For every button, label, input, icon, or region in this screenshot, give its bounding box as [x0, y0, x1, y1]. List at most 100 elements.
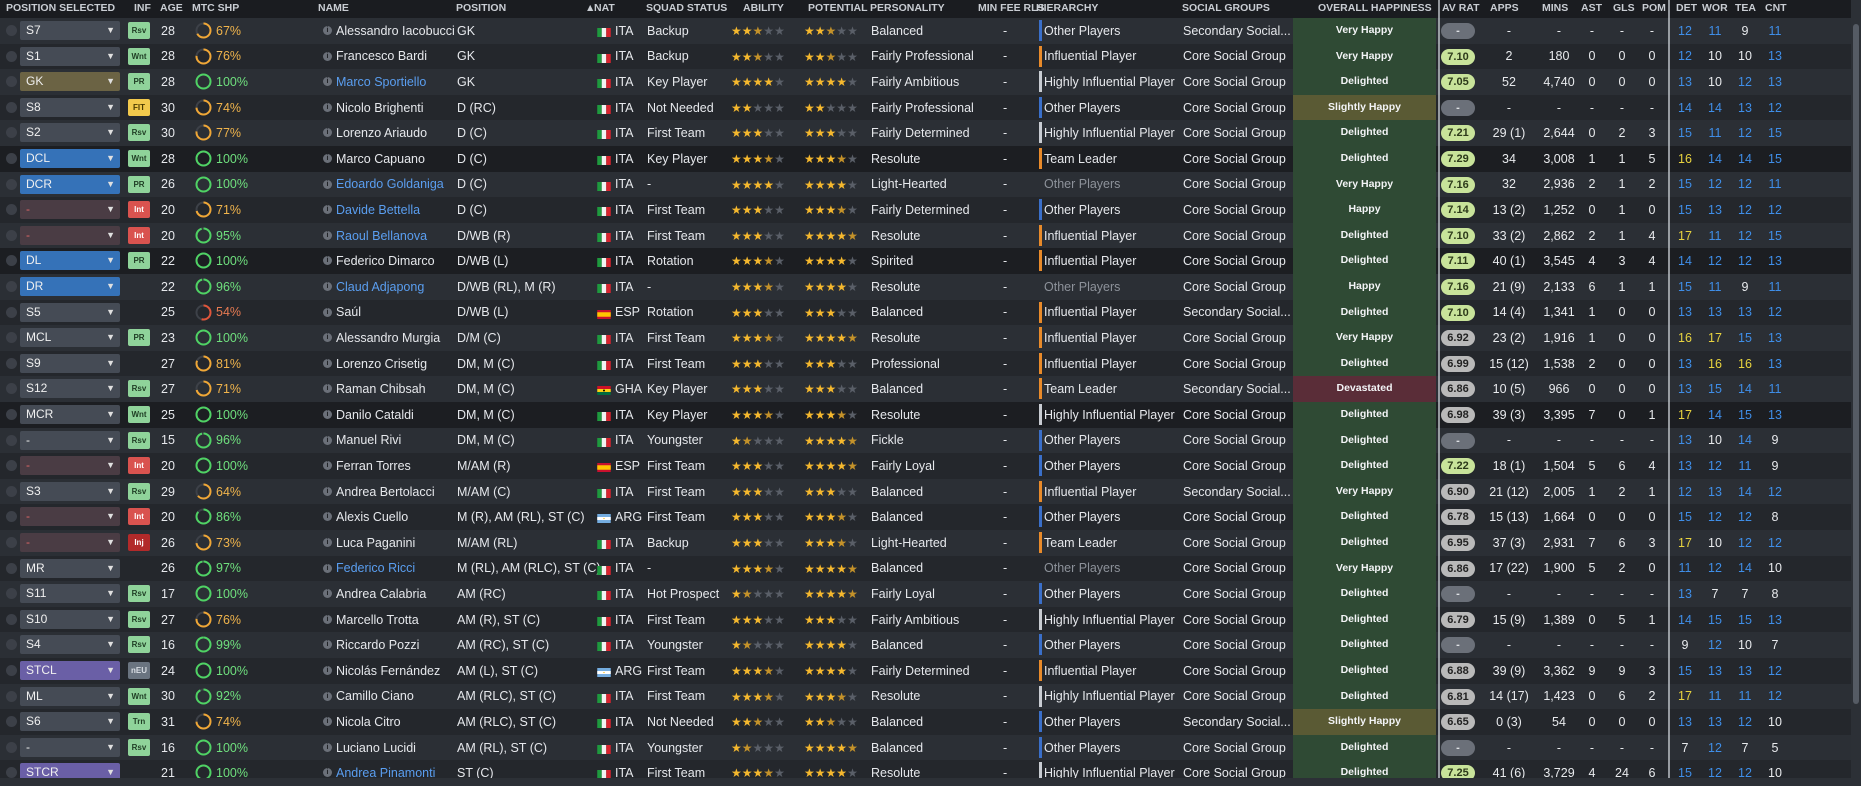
- player-info-icon[interactable]: i: [323, 486, 332, 496]
- position-selector[interactable]: - ▼: [20, 456, 120, 476]
- player-info-icon[interactable]: i: [323, 154, 332, 163]
- table-row[interactable]: S6 ▼ Trn 31 74% i Nicola Citro AM (RLC), ST (C)…: [0, 709, 1861, 735]
- player-info-icon[interactable]: i: [323, 333, 332, 343]
- header-pom[interactable]: POM: [1642, 2, 1666, 14]
- table-row[interactable]: S2 ▼ Rsv 30 77% i Lorenzo Ariaudo D (C) ITA First…: [0, 120, 1861, 146]
- player-name[interactable]: Lorenzo Ariaudo: [336, 126, 427, 140]
- header-nat[interactable]: NAT: [594, 2, 615, 14]
- table-row[interactable]: MR ▼ 26 97% i Federico Ricci M (RL), AM (RLC),…: [0, 555, 1861, 582]
- table-row[interactable]: S9 ▼ 27 81% i Lorenzo Crisetig DM, M (C) ITA Fir…: [0, 350, 1861, 377]
- player-name[interactable]: Alessandro Murgia: [336, 331, 440, 345]
- player-info-icon[interactable]: i: [323, 358, 332, 368]
- player-name[interactable]: Marco Sportiello: [336, 75, 426, 89]
- row-select-checkbox[interactable]: [6, 434, 17, 446]
- table-row[interactable]: - ▼ Int 20 71% i Davide Bettella D (C) ITA First …: [0, 197, 1861, 223]
- position-selector[interactable]: GK ▼: [20, 72, 120, 92]
- row-select-checkbox[interactable]: [6, 537, 17, 548]
- player-info-icon[interactable]: i: [323, 768, 332, 778]
- player-info-icon[interactable]: i: [323, 410, 332, 419]
- position-selector[interactable]: ML ▼: [20, 686, 120, 706]
- position-selector[interactable]: MCR ▼: [20, 405, 120, 424]
- row-select-checkbox[interactable]: [6, 588, 17, 600]
- position-selector[interactable]: DR ▼: [20, 277, 120, 296]
- row-select-checkbox[interactable]: [6, 255, 17, 267]
- header-ability[interactable]: ABILITY: [743, 2, 784, 14]
- position-selector[interactable]: DL ▼: [20, 251, 120, 271]
- player-name[interactable]: Andrea Bertolacci: [336, 485, 435, 499]
- player-name[interactable]: Federico Dimarco: [336, 254, 435, 268]
- player-info-icon[interactable]: i: [323, 512, 332, 522]
- table-row[interactable]: DCL ▼ Wnt 28 100% i Marco Capuano D (C) ITA Key P…: [0, 146, 1861, 172]
- table-row[interactable]: - ▼ Rsv 16 100% i Luciano Lucidi AM (RL), ST (C…: [0, 734, 1861, 761]
- position-selector[interactable]: MR ▼: [20, 558, 120, 578]
- position-selector[interactable]: - ▼: [20, 430, 120, 450]
- player-name[interactable]: Ferran Torres: [336, 459, 411, 473]
- player-name[interactable]: Claud Adjapong: [336, 280, 424, 294]
- player-name[interactable]: Edoardo Goldaniga: [336, 177, 444, 191]
- header-apps[interactable]: APPS: [1490, 2, 1519, 14]
- position-selector[interactable]: S2 ▼: [20, 123, 120, 143]
- player-info-icon[interactable]: i: [323, 128, 332, 138]
- position-selector[interactable]: S8 ▼: [20, 97, 120, 117]
- header-min-fee-rls[interactable]: MIN FEE RLS: [978, 2, 1045, 14]
- position-selector[interactable]: - ▼: [20, 507, 120, 527]
- player-name[interactable]: Nicolo Brighenti: [336, 101, 424, 115]
- table-row[interactable]: - ▼ Int 20 95% i Raoul Bellanova D/WB (R) ITA Fir…: [0, 222, 1861, 249]
- table-row[interactable]: - ▼ Inj 26 73% i Luca Paganini M/AM (RL) ITA Back…: [0, 530, 1861, 556]
- row-select-checkbox[interactable]: [6, 409, 17, 420]
- header-tea[interactable]: TEA: [1735, 2, 1756, 14]
- player-info-icon[interactable]: i: [323, 307, 332, 317]
- header-cnt[interactable]: CNT: [1765, 2, 1787, 14]
- header-position[interactable]: POSITION: [456, 2, 506, 14]
- player-name[interactable]: Raman Chibsah: [336, 382, 426, 396]
- table-row[interactable]: S8 ▼ FIT 30 74% i Nicolo Brighenti D (RC) ITA Not…: [0, 94, 1861, 121]
- player-name[interactable]: Nicolás Fernández: [336, 664, 440, 678]
- player-name[interactable]: Luciano Lucidi: [336, 741, 416, 755]
- row-select-checkbox[interactable]: [6, 332, 17, 344]
- player-name[interactable]: Nicola Citro: [336, 715, 401, 729]
- row-select-checkbox[interactable]: [6, 716, 17, 728]
- table-row[interactable]: - ▼ Rsv 15 96% i Manuel Rivi DM, M (C) ITA Youngs…: [0, 427, 1861, 454]
- row-select-checkbox[interactable]: [6, 485, 17, 497]
- header-social-groups[interactable]: SOCIAL GROUPS: [1182, 2, 1270, 14]
- player-info-icon[interactable]: i: [323, 717, 332, 727]
- position-selector[interactable]: S5 ▼: [20, 302, 120, 322]
- header-age[interactable]: AGE: [160, 2, 183, 14]
- table-row[interactable]: MCR ▼ Wnt 25 100% i Danilo Cataldi DM, M (C) ITA…: [0, 402, 1861, 428]
- header-overall-happiness[interactable]: OVERALL HAPPINESS: [1318, 2, 1432, 14]
- position-selector[interactable]: S9 ▼: [20, 353, 120, 373]
- position-selector[interactable]: S11 ▼: [20, 584, 120, 604]
- player-name[interactable]: Federico Ricci: [336, 561, 415, 575]
- position-selector[interactable]: S7 ▼: [20, 21, 120, 40]
- position-selector[interactable]: S1 ▼: [20, 46, 120, 66]
- position-selector[interactable]: - ▼: [20, 737, 120, 757]
- header-potential[interactable]: POTENTIAL: [808, 2, 868, 14]
- horizontal-scrollbar[interactable]: [0, 778, 1861, 786]
- position-selector[interactable]: DCL ▼: [20, 149, 120, 168]
- row-select-checkbox[interactable]: [6, 613, 17, 625]
- player-name[interactable]: Lorenzo Crisetig: [336, 357, 427, 371]
- position-selector[interactable]: - ▼: [20, 225, 120, 245]
- position-selector[interactable]: - ▼: [20, 533, 120, 552]
- table-row[interactable]: ML ▼ Wnt 30 92% i Camillo Ciano AM (RLC), ST (C…: [0, 683, 1861, 710]
- table-row[interactable]: S5 ▼ 25 54% i Saúl D/WB (L) ESP Rotation ★★★★★ ★★★…: [0, 299, 1861, 326]
- player-info-icon[interactable]: i: [323, 256, 332, 266]
- row-select-checkbox[interactable]: [6, 690, 17, 702]
- player-name[interactable]: Marcello Trotta: [336, 613, 419, 627]
- header-mins[interactable]: MINS: [1542, 2, 1568, 14]
- table-row[interactable]: S11 ▼ Rsv 17 100% i Andrea Calabria AM (RC) ITA H…: [0, 581, 1861, 607]
- row-select-checkbox[interactable]: [6, 639, 17, 651]
- player-name[interactable]: Saúl: [336, 305, 361, 319]
- table-row[interactable]: S3 ▼ Rsv 29 64% i Andrea Bertolacci M/AM (C) ITA…: [0, 478, 1861, 505]
- header-wor[interactable]: WOR: [1702, 2, 1728, 14]
- row-select-checkbox[interactable]: [6, 178, 17, 190]
- row-select-checkbox[interactable]: [6, 357, 17, 369]
- player-name[interactable]: Luca Paganini: [336, 536, 415, 550]
- scrollbar-thumb[interactable]: [1853, 24, 1859, 704]
- player-info-icon[interactable]: i: [323, 614, 332, 624]
- position-selector[interactable]: S3 ▼: [20, 481, 120, 501]
- row-select-checkbox[interactable]: [6, 153, 17, 164]
- row-select-checkbox[interactable]: [6, 460, 17, 472]
- header-det[interactable]: DET: [1676, 2, 1697, 14]
- player-info-icon[interactable]: i: [323, 230, 332, 240]
